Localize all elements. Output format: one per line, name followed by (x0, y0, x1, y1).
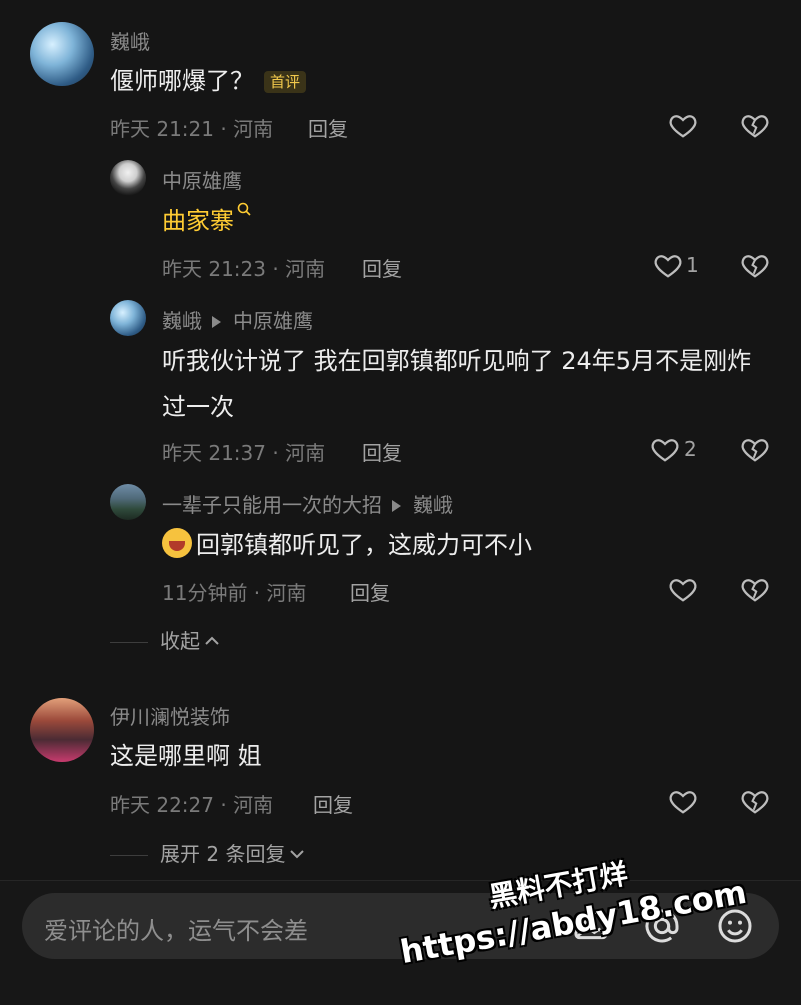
reply-to-arrow-icon (212, 316, 221, 328)
reply-author[interactable]: 巍峨 (162, 309, 202, 333)
comment-meta: 昨天 22:27 · 河南 (110, 793, 274, 817)
like-heart-icon[interactable] (653, 250, 683, 280)
like-count: 1 (686, 253, 699, 277)
comment-username[interactable]: 伊川澜悦装饰 (110, 701, 230, 730)
avatar[interactable] (30, 698, 94, 762)
like-heart-icon[interactable] (668, 110, 698, 140)
reply-text: 回郭镇都听见了，这威力可不小 (162, 522, 532, 568)
dislike-broken-heart-icon[interactable] (740, 110, 770, 140)
reply-text: 曲家寨 (162, 198, 252, 244)
reply-username[interactable]: 中原雄鹰 (162, 165, 242, 194)
reply-to-arrow-icon (392, 500, 401, 512)
laughing-crying-emoji-icon (162, 528, 192, 558)
reply-meta: 11分钟前 · 河南 (162, 581, 307, 605)
avatar[interactable] (110, 300, 146, 336)
divider (110, 642, 148, 643)
like-count: 2 (684, 437, 697, 461)
collapse-label: 收起 (160, 629, 200, 653)
first-comment-badge: 首评 (264, 71, 307, 93)
avatar[interactable] (110, 160, 146, 196)
reply-meta: 昨天 21:37 · 河南 (162, 441, 326, 465)
comment-body: 偃师哪爆了？ (110, 67, 254, 95)
expand-replies-button[interactable]: 展开 2 条回复 (110, 838, 305, 867)
reply-text: 听我伙计说了 我在回郭镇都听见响了 24年5月不是刚炸过一次 (162, 347, 752, 421)
dislike-broken-heart-icon[interactable] (740, 250, 770, 280)
like-heart-icon[interactable] (668, 786, 698, 816)
dislike-broken-heart-icon[interactable] (740, 786, 770, 816)
reply-to-user[interactable]: 巍峨 (413, 493, 453, 517)
reply-author[interactable]: 一辈子只能用一次的大招 (162, 493, 382, 517)
like-heart-icon[interactable] (650, 434, 680, 464)
search-icon[interactable] (236, 201, 252, 217)
avatar[interactable] (30, 22, 94, 86)
collapse-replies-button[interactable]: 收起 (110, 625, 220, 654)
comment-username[interactable]: 巍峨 (110, 26, 150, 55)
reply-body: 回郭镇都听见了，这威力可不小 (196, 531, 532, 559)
dislike-broken-heart-icon[interactable] (740, 434, 770, 464)
expand-label: 展开 2 条回复 (160, 842, 286, 866)
divider (110, 855, 148, 856)
dislike-broken-heart-icon[interactable] (740, 574, 770, 604)
reply-button[interactable]: 回复 (350, 577, 390, 606)
comment-text: 偃师哪爆了？ 首评 (110, 58, 307, 104)
reply-username: 巍峨 中原雄鹰 (162, 305, 313, 334)
reply-button[interactable]: 回复 (362, 437, 402, 466)
reply-button[interactable]: 回复 (313, 789, 353, 818)
comment-input-placeholder: 爱评论的人，运气不会差 (44, 917, 308, 945)
comment-meta: 昨天 21:21 · 河南 (110, 117, 274, 141)
reply-button[interactable]: 回复 (362, 253, 402, 282)
avatar[interactable] (110, 484, 146, 520)
reply-body[interactable]: 曲家寨 (162, 207, 234, 235)
reply-meta: 昨天 21:23 · 河南 (162, 257, 326, 281)
reply-username: 一辈子只能用一次的大招 巍峨 (162, 489, 453, 518)
like-heart-icon[interactable] (668, 574, 698, 604)
chevron-down-icon (290, 850, 305, 859)
reply-to-user[interactable]: 中原雄鹰 (233, 309, 313, 333)
chevron-up-icon (205, 636, 219, 645)
reply-button[interactable]: 回复 (308, 113, 348, 142)
comment-text: 这是哪里啊 姐 (110, 742, 262, 770)
